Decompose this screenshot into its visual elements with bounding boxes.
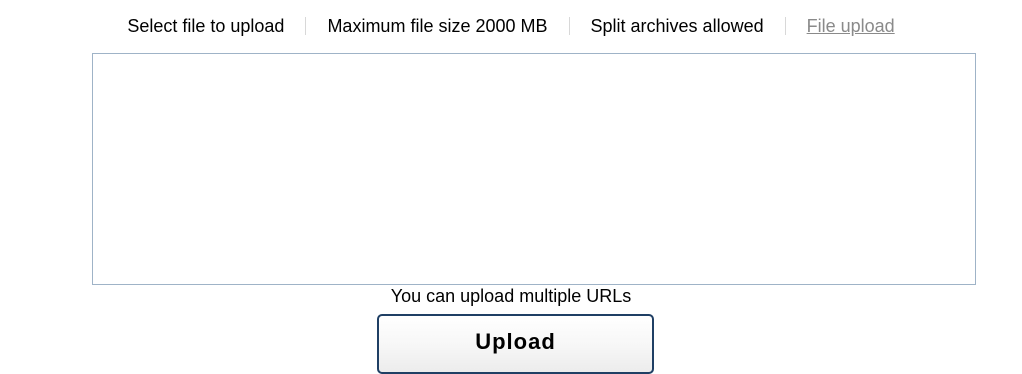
separator: [568, 17, 570, 35]
url-list-textarea[interactable]: [92, 53, 976, 285]
file-upload-link[interactable]: File upload: [801, 16, 901, 37]
upload-info-bar: Select file to upload Maximum file size …: [0, 14, 1022, 38]
separator: [305, 17, 307, 35]
max-file-size-label: Maximum file size 2000 MB: [327, 15, 548, 36]
separator: [784, 17, 786, 35]
select-file-label: Select file to upload: [127, 15, 285, 36]
split-archives-label: Split archives allowed: [590, 15, 764, 36]
multiple-urls-hint: You can upload multiple URLs: [390, 286, 632, 306]
upload-button[interactable]: Upload: [377, 314, 654, 374]
